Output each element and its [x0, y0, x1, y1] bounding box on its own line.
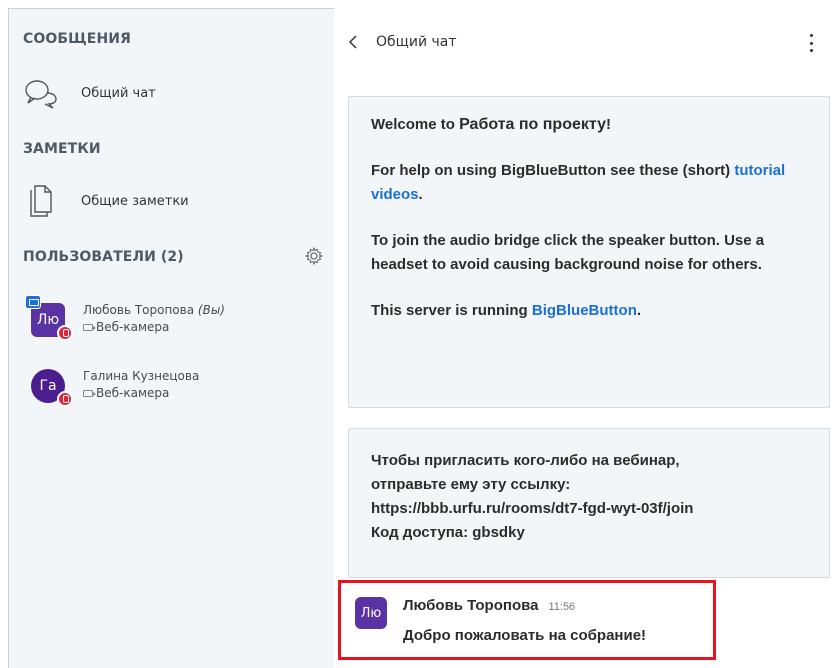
users-section-title: ПОЛЬЗОВАТЕЛИ (2) — [23, 249, 184, 265]
user-status: Веб-камера — [83, 320, 169, 334]
user-name: Галина Кузнецова — [83, 369, 199, 383]
notes-document-icon — [23, 183, 59, 219]
access-code-label: Код доступа: — [371, 524, 473, 541]
invite-line-2: отправьте ему эту ссылку: — [371, 476, 571, 493]
avatar-initials: Лю — [36, 312, 60, 328]
server-text: This server is running — [371, 302, 532, 319]
presenter-icon — [25, 295, 41, 309]
user-name-text: Галина Кузнецова — [83, 369, 200, 383]
chat-title: Общий чат — [376, 34, 457, 50]
gear-icon[interactable] — [304, 246, 324, 266]
sidebar-item-public-chat[interactable]: Общий чат — [23, 71, 156, 115]
user-name-text: Любовь Торопова — [83, 303, 195, 317]
message-author: Любовь Торопова 11:56 — [403, 597, 575, 614]
public-chat-label: Общий чат — [81, 85, 156, 101]
muted-mic-icon — [57, 391, 73, 407]
access-code-line: Код доступа: gbsdky — [371, 521, 807, 545]
shared-notes-label: Общие заметки — [81, 193, 189, 209]
muted-mic-icon — [57, 325, 73, 341]
welcome-suffix: ! — [606, 116, 612, 133]
kebab-menu-icon[interactable] — [808, 34, 814, 52]
user-status: Веб-камера — [83, 386, 169, 400]
message-time: 11:56 — [548, 601, 576, 613]
invite-link[interactable]: https://bbb.urfu.ru/rooms/dt7-fgd-wyt-03… — [371, 497, 807, 521]
notes-section-title: ЗАМЕТКИ — [23, 141, 101, 157]
chat-bubbles-icon — [23, 75, 59, 111]
chat-panel: Общий чат Welcome to Работа по проекту! … — [334, 8, 838, 668]
access-code-value: gbsdky — [472, 524, 525, 541]
chevron-left-icon[interactable] — [348, 34, 358, 49]
highlighted-chat-message: Лю Любовь Торопова 11:56 Добро пожаловать… — [338, 580, 716, 660]
welcome-prefix: Welcome to — [371, 116, 460, 133]
user-list-item[interactable]: Га Галина Кузнецова Веб-камера — [23, 367, 323, 417]
self-marker: (Вы) — [197, 303, 225, 317]
help-end: . — [418, 186, 423, 203]
sidebar-item-shared-notes[interactable]: Общие заметки — [23, 179, 189, 223]
server-end: . — [636, 302, 642, 319]
welcome-message: Welcome to Работа по проекту! For help o… — [348, 96, 830, 408]
user-status-text: Веб-камера — [96, 320, 170, 334]
avatar-initials: Га — [39, 378, 57, 394]
user-name: Любовь Торопова (Вы) — [83, 303, 225, 317]
webcam-icon — [83, 323, 96, 331]
help-text: For help on using BigBlueButton see thes… — [371, 162, 735, 179]
messages-section-title: СООБЩЕНИЯ — [23, 31, 131, 47]
webcam-icon — [83, 389, 96, 397]
avatar: Лю — [355, 597, 387, 629]
message-text: Добро пожаловать на собрание! — [403, 627, 647, 644]
avatar-initials: Лю — [360, 605, 382, 621]
help-line: For help on using BigBlueButton see thes… — [371, 159, 807, 207]
audio-line: To join the audio bridge click the speak… — [371, 232, 765, 273]
bigbluebutton-link[interactable]: BigBlueButton — [532, 302, 637, 319]
user-list-item[interactable]: Лю Любовь Торопова (Вы) Веб-камера — [23, 295, 323, 351]
invite-message: Чтобы пригласить кого-либо на вебинар, о… — [348, 428, 830, 578]
server-line: This server is running BigBlueButton. — [371, 299, 807, 323]
sidebar: СООБЩЕНИЯ Общий чат ЗАМЕТКИ Общие заметк… — [8, 8, 334, 668]
chat-header: Общий чат — [334, 8, 838, 68]
user-status-text: Веб-камера — [96, 386, 170, 400]
meeting-name: Работа по проекту — [459, 116, 607, 133]
welcome-line: Welcome to Работа по проекту! — [371, 113, 807, 137]
message-author-name: Любовь Торопова — [403, 597, 539, 614]
invite-line-1: Чтобы пригласить кого-либо на вебинар, — [371, 452, 680, 469]
